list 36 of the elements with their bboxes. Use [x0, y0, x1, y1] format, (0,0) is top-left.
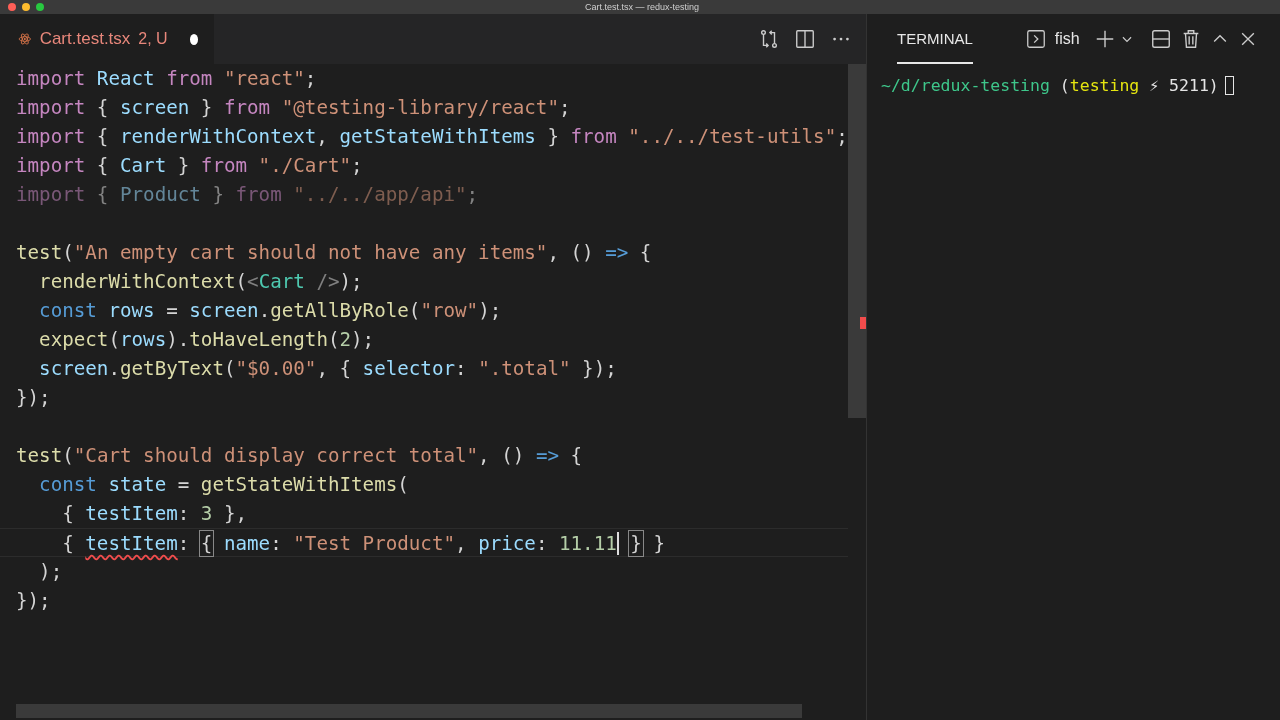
split-editor-icon[interactable] — [794, 28, 816, 50]
code-line: }); — [16, 385, 51, 411]
code-line: const rows = screen.getAllByRole("row"); — [38, 298, 502, 324]
minimize-window-button[interactable] — [22, 3, 30, 11]
code-line: renderWithContext(<Cart />); — [38, 269, 363, 295]
tab-status: 2, U — [138, 30, 168, 48]
code-line: import { screen } from "@testing-library/react"; — [16, 95, 571, 121]
code-line: }); — [16, 588, 51, 614]
code-line: ); — [38, 559, 63, 585]
split-terminal-icon[interactable] — [1149, 28, 1172, 50]
horizontal-scrollbar-thumb[interactable] — [16, 704, 802, 718]
code-line: import React from "react"; — [16, 66, 317, 92]
window-title: Cart.test.tsx — redux-testing — [583, 2, 700, 12]
code-line: screen.getByText("$0.00", { selector: ".total" }); — [38, 356, 617, 382]
zoom-window-button[interactable] — [36, 3, 44, 11]
tab-filename: Cart.test.tsx — [39, 29, 131, 49]
scrollbar-thumb[interactable] — [848, 64, 866, 418]
code-line: import { Product } from "../../app/api"; — [16, 182, 479, 208]
terminal-tab[interactable]: TERMINAL — [897, 14, 973, 64]
code-line: test("Cart should display correct total", () => { — [16, 443, 583, 469]
terminal-prompt: ~/d/redux-testing (testing ⚡ 5211) — [881, 76, 1219, 95]
code-line: test("An empty cart should not have any items", () => { — [16, 240, 652, 266]
code-line: import { Cart } from "./Cart"; — [16, 153, 363, 179]
compare-changes-icon[interactable] — [758, 28, 780, 50]
close-window-button[interactable] — [8, 3, 16, 11]
code-line: expect(rows).toHaveLength(2); — [38, 327, 375, 353]
atom-icon — [18, 30, 32, 48]
error-marker — [860, 317, 866, 329]
code-line: { testItem: 3 }, — [61, 501, 248, 527]
terminal-cursor — [1224, 76, 1234, 95]
code-line: import { renderWithContext, getStateWithItems } from "../../test-utils"; — [16, 124, 848, 150]
terminal-icon — [1024, 28, 1047, 50]
code-line: { testItem: { name: "Test Product", price: 11.11 } } — [0, 528, 848, 557]
editor-tab[interactable]: Cart.test.tsx 2, U — [0, 14, 214, 64]
code-line: const state = getStateWithItems( — [38, 472, 409, 498]
shell-name[interactable]: fish — [1054, 30, 1080, 48]
